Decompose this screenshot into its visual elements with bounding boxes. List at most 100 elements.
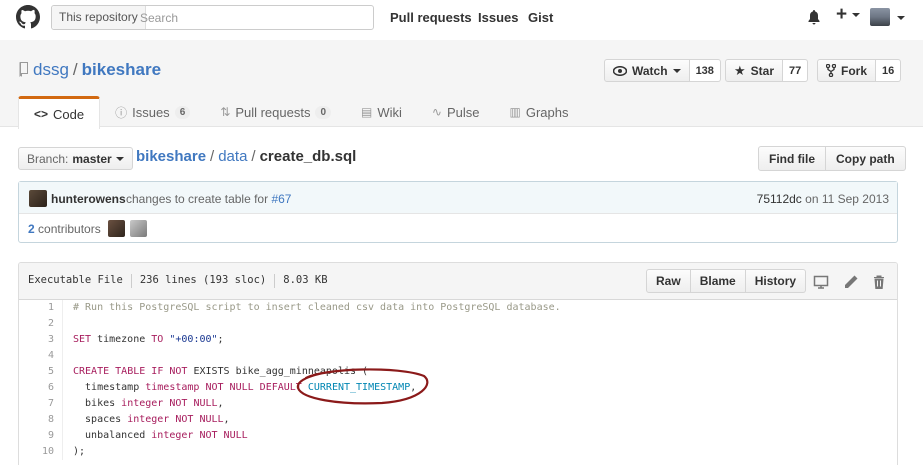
code-token: NOT NULL	[205, 382, 254, 393]
line-number[interactable]: 7	[19, 396, 63, 412]
create-new-menu[interactable]: +	[836, 4, 861, 26]
eye-icon	[613, 65, 627, 76]
commit-author[interactable]: hunterowens	[51, 192, 126, 206]
code-token: CREATE	[73, 366, 110, 377]
file-mode: Executable File	[28, 274, 123, 286]
file-header: Executable File 236 lines (193 sloc) 8.0…	[19, 263, 897, 300]
issue-opened-icon: ⓘ	[115, 105, 128, 120]
fork-button[interactable]: Fork	[817, 59, 877, 82]
commit-sha[interactable]: 75112dc	[757, 192, 802, 206]
graph-icon: ▥	[509, 105, 521, 119]
line-number[interactable]: 6	[19, 380, 63, 396]
line-content	[63, 316, 73, 332]
fork-count[interactable]: 16	[876, 59, 902, 82]
tab-pull-requests[interactable]: ⇅ Pull requests 0	[205, 96, 346, 128]
commit-issue-link[interactable]: #67	[271, 192, 291, 206]
blame-button[interactable]: Blame	[690, 269, 746, 293]
chevron-down-icon	[897, 16, 905, 20]
line-number[interactable]: 1	[19, 300, 63, 316]
raw-button[interactable]: Raw	[646, 269, 691, 293]
github-logo-icon[interactable]	[16, 5, 40, 29]
line-number[interactable]: 5	[19, 364, 63, 380]
copy-path-button[interactable]: Copy path	[826, 146, 906, 171]
repo-owner-link[interactable]: dssg	[33, 60, 69, 79]
chevron-down-icon	[852, 12, 861, 17]
fork-icon	[826, 64, 836, 77]
line-number[interactable]: 8	[19, 412, 63, 428]
line-number[interactable]: 9	[19, 428, 63, 444]
star-group: ★ Star 77	[725, 59, 809, 82]
tab-code-label: Code	[53, 106, 85, 122]
line-number[interactable]: 4	[19, 348, 63, 364]
repo-tabs: <> Code ⓘ Issues 6 ⇅ Pull requests 0 ▤ W…	[18, 96, 584, 129]
annotation-ellipse	[296, 368, 429, 405]
code-token: integer	[127, 414, 170, 425]
fork-group: Fork 16	[817, 59, 902, 82]
breadcrumb-file: create_db.sql	[259, 148, 357, 165]
tab-issues[interactable]: ⓘ Issues 6	[100, 96, 205, 128]
branch-selector[interactable]: Branch: master	[18, 147, 133, 170]
contributor-avatar[interactable]	[130, 220, 147, 237]
history-button[interactable]: History	[745, 269, 807, 293]
code-token: bikes	[73, 398, 122, 409]
nav-pull-requests[interactable]: Pull requests	[390, 10, 472, 25]
watch-button[interactable]: Watch	[604, 59, 690, 82]
code-token: IF	[151, 366, 164, 377]
tab-graphs-label: Graphs	[525, 104, 569, 120]
tab-pulse-label: Pulse	[446, 104, 480, 120]
code-token: NOT NULL	[169, 398, 218, 409]
chevron-down-icon	[672, 68, 681, 73]
user-menu[interactable]	[870, 8, 910, 28]
code-token: NOT NULL	[175, 414, 224, 425]
site-header: This repository Pull requests Issues Gis…	[0, 0, 923, 34]
pencil-icon[interactable]	[843, 274, 859, 290]
line-number[interactable]: 2	[19, 316, 63, 332]
code-blob: 1 # Run this PostgreSQL script to insert …	[19, 300, 897, 460]
repo-title: dssg / bikeshare	[33, 60, 162, 79]
commit-tease: hunterowens changes to create table for …	[18, 181, 898, 243]
tab-wiki[interactable]: ▤ Wiki	[346, 96, 417, 128]
code-token: ,	[217, 398, 224, 409]
user-avatar	[870, 8, 890, 26]
commit-summary: hunterowens changes to create table for …	[19, 182, 897, 214]
breadcrumb: bikeshare / data / create_db.sql	[136, 148, 357, 165]
tab-graphs[interactable]: ▥ Graphs	[495, 96, 584, 128]
code-line: 7 bikes integer NOT NULL,	[19, 396, 897, 412]
trashcan-icon[interactable]	[871, 274, 887, 290]
nav-issues[interactable]: Issues	[478, 10, 518, 25]
repo-header: dssg / bikeshare Watch 138 ★ Star 77 Fork …	[0, 40, 923, 129]
contributors-summary[interactable]: 2 contributors	[28, 222, 101, 236]
code-token: );	[73, 446, 86, 457]
commit-author-avatar[interactable]	[29, 190, 47, 207]
tab-code[interactable]: <> Code	[18, 96, 101, 129]
breadcrumb-dir[interactable]: data	[218, 148, 247, 165]
contributor-avatar[interactable]	[108, 220, 125, 237]
watch-count[interactable]: 138	[689, 59, 721, 82]
line-number[interactable]: 3	[19, 332, 63, 348]
pulse-icon: ∿	[431, 105, 442, 119]
desktop-icon[interactable]	[813, 274, 829, 290]
breadcrumb-repo[interactable]: bikeshare	[136, 148, 206, 165]
code-line: 8 spaces integer NOT NULL,	[19, 412, 897, 428]
code-line: 2	[19, 316, 897, 332]
contributors-count: 2	[28, 222, 35, 236]
repo-name-link[interactable]: bikeshare	[82, 60, 161, 79]
code-line: 3 SET timezone TO "+00:00";	[19, 332, 897, 348]
star-count[interactable]: 77	[783, 59, 809, 82]
code-token: unbalanced	[73, 430, 152, 441]
code-token: timestamp	[73, 382, 146, 393]
line-number[interactable]: 10	[19, 444, 63, 460]
notifications-bell-icon[interactable]	[806, 9, 822, 25]
star-button[interactable]: ★ Star	[725, 59, 783, 82]
nav-gist[interactable]: Gist	[528, 10, 553, 25]
find-file-button[interactable]: Find file	[758, 146, 826, 171]
code-token: "+00:00"	[169, 334, 218, 345]
line-content: bikes integer NOT NULL,	[63, 396, 224, 412]
file-size: 8.03 KB	[283, 274, 328, 286]
search-input[interactable]	[140, 6, 370, 29]
code-token: SET	[73, 334, 92, 345]
commit-message-text[interactable]: changes to create table for	[126, 192, 268, 206]
tab-pulse[interactable]: ∿ Pulse	[417, 96, 495, 128]
code-token: ,	[223, 414, 230, 425]
file-nav-actions: Find file Copy path	[758, 146, 906, 171]
